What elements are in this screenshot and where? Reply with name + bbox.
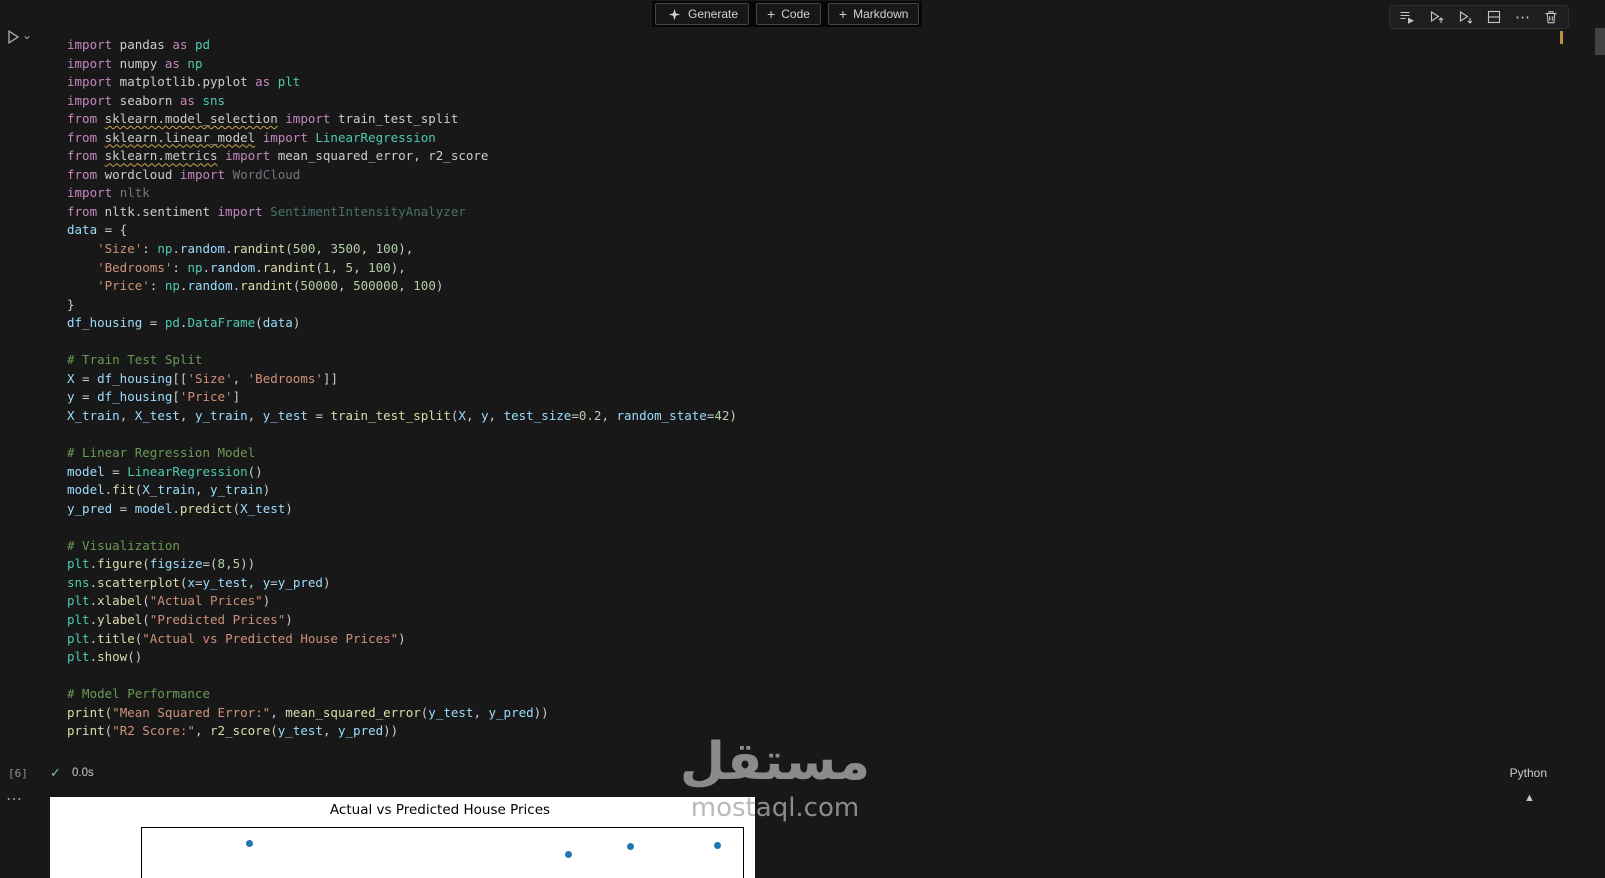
code-line[interactable]: plt.figure(figsize=(8,5)) — [67, 555, 737, 574]
sparkle-icon — [666, 6, 682, 22]
execute-below-icon[interactable] — [1457, 9, 1473, 25]
scroll-up-icon[interactable]: ▲ — [1524, 792, 1535, 804]
code-line[interactable]: import matplotlib.pyplot as plt — [67, 73, 737, 92]
execution-time: 0.0s — [72, 767, 94, 779]
scrollbar-thumb[interactable] — [1595, 28, 1605, 55]
generate-button-label: Generate — [688, 7, 739, 21]
code-line[interactable] — [67, 425, 737, 444]
code-line[interactable]: import seaborn as sns — [67, 92, 737, 111]
code-line[interactable]: 'Price': np.random.randint(50000, 500000… — [67, 277, 737, 296]
add-markdown-cell-button[interactable]: + Markdown — [827, 3, 920, 25]
code-line[interactable]: y_pred = model.predict(X_test) — [67, 500, 737, 519]
add-markdown-button-label: Markdown — [853, 7, 909, 21]
code-line[interactable]: 'Size': np.random.randint(500, 3500, 100… — [67, 240, 737, 259]
notebook-toolbar: Generate + Code + Markdown ⋯ — [0, 0, 1605, 29]
chevron-down-icon: ⌄ — [22, 28, 33, 42]
code-line[interactable]: import pandas as pd — [67, 36, 737, 55]
code-line[interactable]: plt.show() — [67, 648, 737, 667]
code-line[interactable]: from sklearn.metrics import mean_squared… — [67, 147, 737, 166]
code-line[interactable]: plt.ylabel("Predicted Prices") — [67, 611, 737, 630]
run-cell-button[interactable]: ⌄ — [5, 28, 33, 45]
code-line[interactable]: } — [67, 296, 737, 315]
chart-title: Actual vs Predicted House Prices — [329, 802, 551, 818]
code-line[interactable]: # Train Test Split — [67, 351, 737, 370]
more-actions-icon[interactable]: ⋯ — [1515, 10, 1530, 25]
chart-axes — [141, 827, 744, 878]
execute-above-icon[interactable] — [1428, 9, 1444, 25]
code-editor[interactable]: import pandas as pd import numpy as np imp… — [67, 36, 737, 741]
code-line[interactable]: from sklearn.model_selection import trai… — [67, 110, 737, 129]
plus-icon: + — [838, 6, 848, 22]
code-line[interactable]: model.fit(X_train, y_train) — [67, 481, 737, 500]
run-cells-section-icon[interactable] — [1399, 9, 1415, 25]
cell-actions-toolbar: ⋯ — [1389, 5, 1569, 29]
code-line[interactable]: 'Bedrooms': np.random.randint(1, 5, 100)… — [67, 259, 737, 278]
execution-count: [6] — [8, 767, 28, 780]
code-line[interactable]: y = df_housing['Price'] — [67, 388, 737, 407]
scatter-point — [565, 851, 572, 858]
cell-language-picker[interactable]: Python — [1510, 766, 1547, 780]
code-line[interactable]: print("R2 Score:", r2_score(y_test, y_pr… — [67, 722, 737, 741]
output-more-actions-icon[interactable]: ⋯ — [6, 789, 23, 809]
code-line[interactable]: # Linear Regression Model — [67, 444, 737, 463]
code-line[interactable]: X_train, X_test, y_train, y_test = train… — [67, 407, 737, 426]
plus-icon: + — [767, 6, 776, 22]
generate-button[interactable]: Generate — [655, 3, 750, 25]
code-line[interactable]: from sklearn.linear_model import LinearR… — [67, 129, 737, 148]
code-line[interactable] — [67, 333, 737, 352]
code-line[interactable]: df_housing = pd.DataFrame(data) — [67, 314, 737, 333]
split-cell-icon[interactable] — [1486, 9, 1502, 25]
cell-output-chart: Actual vs Predicted House Prices — [50, 797, 755, 878]
code-line[interactable]: import nltk — [67, 184, 737, 203]
code-line[interactable]: model = LinearRegression() — [67, 463, 737, 482]
code-line[interactable]: plt.title("Actual vs Predicted House Pri… — [67, 630, 737, 649]
scatter-point — [714, 842, 721, 849]
code-line[interactable]: print("Mean Squared Error:", mean_square… — [67, 704, 737, 723]
success-check-icon: ✓ — [50, 765, 61, 780]
add-code-cell-button[interactable]: + Code — [756, 3, 821, 25]
code-line[interactable]: plt.xlabel("Actual Prices") — [67, 592, 737, 611]
scatter-point — [627, 843, 634, 850]
delete-cell-icon[interactable] — [1543, 9, 1559, 25]
code-line[interactable]: sns.scatterplot(x=y_test, y=y_pred) — [67, 574, 737, 593]
code-line[interactable]: from wordcloud import WordCloud — [67, 166, 737, 185]
notebook-toolbar-center: Generate + Code + Markdown — [652, 1, 923, 27]
code-line[interactable] — [67, 518, 737, 537]
code-line[interactable]: X = df_housing[['Size', 'Bedrooms']] — [67, 370, 737, 389]
scatter-point — [246, 840, 253, 847]
code-line[interactable] — [67, 667, 737, 686]
code-line[interactable]: # Visualization — [67, 537, 737, 556]
code-line[interactable]: data = { — [67, 221, 737, 240]
play-icon — [5, 29, 21, 45]
overview-ruler-warning-marker — [1560, 31, 1563, 44]
add-code-button-label: Code — [781, 7, 810, 21]
code-line[interactable]: from nltk.sentiment import SentimentInte… — [67, 203, 737, 222]
code-line[interactable]: import numpy as np — [67, 55, 737, 74]
code-line[interactable]: # Model Performance — [67, 685, 737, 704]
